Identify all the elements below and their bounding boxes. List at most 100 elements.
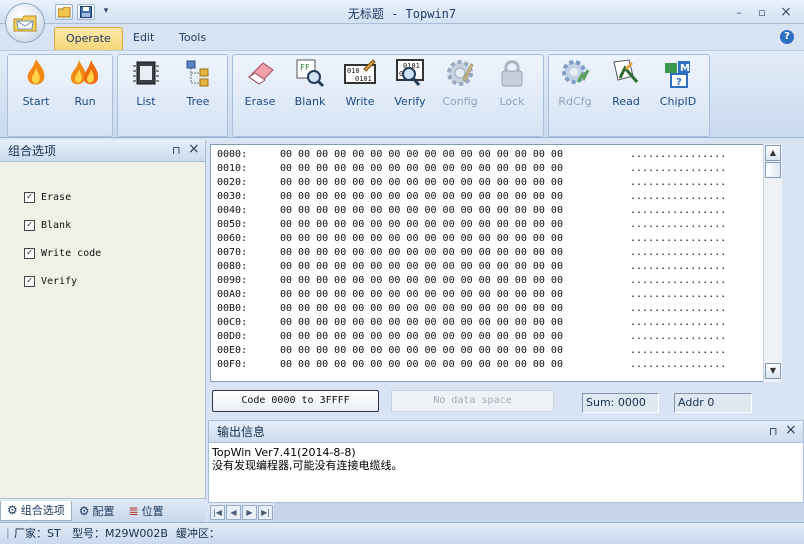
ribbon: Start Run List Tree Erase FF Blank 010 01… — [0, 50, 804, 138]
hex-ascii[interactable]: ................ — [630, 149, 726, 160]
erase-label: Erase — [244, 95, 276, 108]
rdcfg-button[interactable]: RdCfg — [552, 57, 598, 117]
hex-ascii[interactable]: ................ — [630, 317, 726, 328]
scroll-thumb[interactable] — [765, 162, 781, 178]
hex-ascii[interactable]: ................ — [630, 219, 726, 230]
hex-ascii[interactable]: ................ — [630, 275, 726, 286]
panel-close-icon[interactable]: × — [188, 141, 200, 157]
option-verify[interactable]: ✓ Verify — [24, 276, 77, 287]
address-field: Addr 0 — [674, 393, 752, 413]
hex-scrollbar[interactable]: ▲ ▼ — [763, 144, 782, 382]
hex-ascii[interactable]: ................ — [630, 359, 726, 370]
config-button[interactable]: Config — [437, 57, 483, 117]
checkbox-erase[interactable]: ✓ — [24, 192, 35, 203]
output-header: 输出信息 — [209, 421, 803, 443]
tab-edit[interactable]: Edit — [122, 27, 165, 50]
status-grip: | — [6, 526, 10, 539]
close-button[interactable]: × — [776, 4, 796, 20]
hex-address: 0060: — [217, 233, 248, 244]
maximize-button[interactable]: ▫ — [752, 5, 772, 19]
scroll-down-icon[interactable]: ▼ — [765, 363, 781, 379]
output-hscroll[interactable] — [274, 503, 804, 522]
hex-ascii[interactable]: ................ — [630, 345, 726, 356]
hex-bytes[interactable]: 00 00 00 00 00 00 00 00 00 00 00 00 00 0… — [280, 261, 563, 272]
hex-bytes[interactable]: 00 00 00 00 00 00 00 00 00 00 00 00 00 0… — [280, 289, 563, 300]
hex-bytes[interactable]: 00 00 00 00 00 00 00 00 00 00 00 00 00 0… — [280, 359, 563, 370]
chip-list-icon — [133, 61, 159, 85]
svg-text:?: ? — [676, 77, 682, 88]
hex-address: 0010: — [217, 163, 248, 174]
pin-icon[interactable]: ⊓ — [172, 144, 181, 157]
tab-operate[interactable]: Operate — [54, 27, 123, 50]
verify-binary-icon: 010101 — [396, 59, 424, 86]
minimize-button[interactable]: – — [729, 5, 749, 19]
hex-address: 0080: — [217, 261, 248, 272]
tab-combo-options[interactable]: ⚙ 组合选项 — [0, 500, 72, 521]
hex-ascii[interactable]: ................ — [630, 247, 726, 258]
start-label: Start — [22, 95, 50, 108]
hex-address: 00C0: — [217, 317, 248, 328]
output-close-icon[interactable]: × — [785, 422, 797, 438]
hex-ascii[interactable]: ................ — [630, 177, 726, 188]
hex-bytes[interactable]: 00 00 00 00 00 00 00 00 00 00 00 00 00 0… — [280, 233, 563, 244]
hex-bytes[interactable]: 00 00 00 00 00 00 00 00 00 00 00 00 00 0… — [280, 219, 563, 230]
output-nav-bar: |◀ ◀ ▶ ▶| — [208, 502, 804, 522]
hex-bytes[interactable]: 00 00 00 00 00 00 00 00 00 00 00 00 00 0… — [280, 303, 563, 314]
hex-ascii[interactable]: ................ — [630, 191, 726, 202]
verify-button[interactable]: 010101 Verify — [387, 57, 433, 117]
output-pin-icon[interactable]: ⊓ — [769, 425, 778, 438]
checkbox-write-code[interactable]: ✓ — [24, 248, 35, 259]
first-page-icon[interactable]: |◀ — [210, 505, 225, 520]
tab-position[interactable]: ≣ 位置 — [122, 501, 171, 521]
app-menu-button[interactable] — [5, 3, 45, 43]
tree-button[interactable]: Tree — [175, 57, 221, 117]
hex-ascii[interactable]: ................ — [630, 289, 726, 300]
prev-page-icon[interactable]: ◀ — [226, 505, 241, 520]
help-icon[interactable]: ? — [780, 30, 794, 44]
lock-button[interactable]: Lock — [489, 57, 535, 117]
list-button[interactable]: List — [123, 57, 169, 117]
option-blank[interactable]: ✓ Blank — [24, 220, 71, 231]
hex-ascii[interactable]: ................ — [630, 303, 726, 314]
checkbox-verify[interactable]: ✓ — [24, 276, 35, 287]
hex-bytes[interactable]: 00 00 00 00 00 00 00 00 00 00 00 00 00 0… — [280, 317, 563, 328]
tab-config[interactable]: ⚙ 配置 — [72, 501, 122, 521]
hex-bytes[interactable]: 00 00 00 00 00 00 00 00 00 00 00 00 00 0… — [280, 275, 563, 286]
erase-button[interactable]: Erase — [237, 57, 283, 117]
tab-tools[interactable]: Tools — [168, 27, 217, 50]
lock-label: Lock — [499, 95, 525, 108]
hex-bytes[interactable]: 00 00 00 00 00 00 00 00 00 00 00 00 00 0… — [280, 345, 563, 356]
start-button[interactable]: Start — [13, 57, 59, 117]
hex-ascii[interactable]: ................ — [630, 331, 726, 342]
hex-bytes[interactable]: 00 00 00 00 00 00 00 00 00 00 00 00 00 0… — [280, 163, 563, 174]
option-write-code[interactable]: ✓ Write code — [24, 248, 101, 259]
read-button[interactable]: Read — [603, 57, 649, 117]
hex-bytes[interactable]: 00 00 00 00 00 00 00 00 00 00 00 00 00 0… — [280, 331, 563, 342]
hex-ascii[interactable]: ................ — [630, 163, 726, 174]
hex-editor[interactable]: 0000: 00 00 00 00 00 00 00 00 00 00 00 00… — [210, 144, 782, 382]
blank-check-icon: FF — [296, 59, 325, 88]
checkbox-blank[interactable]: ✓ — [24, 220, 35, 231]
last-page-icon[interactable]: ▶| — [258, 505, 273, 520]
hex-address: 00A0: — [217, 289, 248, 300]
write-button[interactable]: 010 0101 Write — [337, 57, 383, 117]
hex-bytes[interactable]: 00 00 00 00 00 00 00 00 00 00 00 00 00 0… — [280, 205, 563, 216]
blank-button[interactable]: FF Blank — [287, 57, 333, 117]
run-button[interactable]: Run — [62, 57, 108, 117]
folder-envelope-icon — [13, 15, 37, 32]
option-erase[interactable]: ✓ Erase — [24, 192, 71, 203]
hex-bytes[interactable]: 00 00 00 00 00 00 00 00 00 00 00 00 00 0… — [280, 177, 563, 188]
hex-ascii[interactable]: ................ — [630, 205, 726, 216]
hex-bytes[interactable]: 00 00 00 00 00 00 00 00 00 00 00 00 00 0… — [280, 191, 563, 202]
status-vendor: 厂家：ST — [14, 527, 61, 540]
hex-bytes[interactable]: 00 00 00 00 00 00 00 00 00 00 00 00 00 0… — [280, 149, 563, 160]
hex-address: 0000: — [217, 149, 248, 160]
chipid-button[interactable]: M? ChipID — [655, 57, 701, 117]
hex-address: 0090: — [217, 275, 248, 286]
next-page-icon[interactable]: ▶ — [242, 505, 257, 520]
hex-ascii[interactable]: ................ — [630, 233, 726, 244]
code-range-button[interactable]: Code 0000 to 3FFFF — [212, 390, 379, 412]
hex-bytes[interactable]: 00 00 00 00 00 00 00 00 00 00 00 00 00 0… — [280, 247, 563, 258]
scroll-up-icon[interactable]: ▲ — [765, 145, 781, 161]
hex-ascii[interactable]: ................ — [630, 261, 726, 272]
